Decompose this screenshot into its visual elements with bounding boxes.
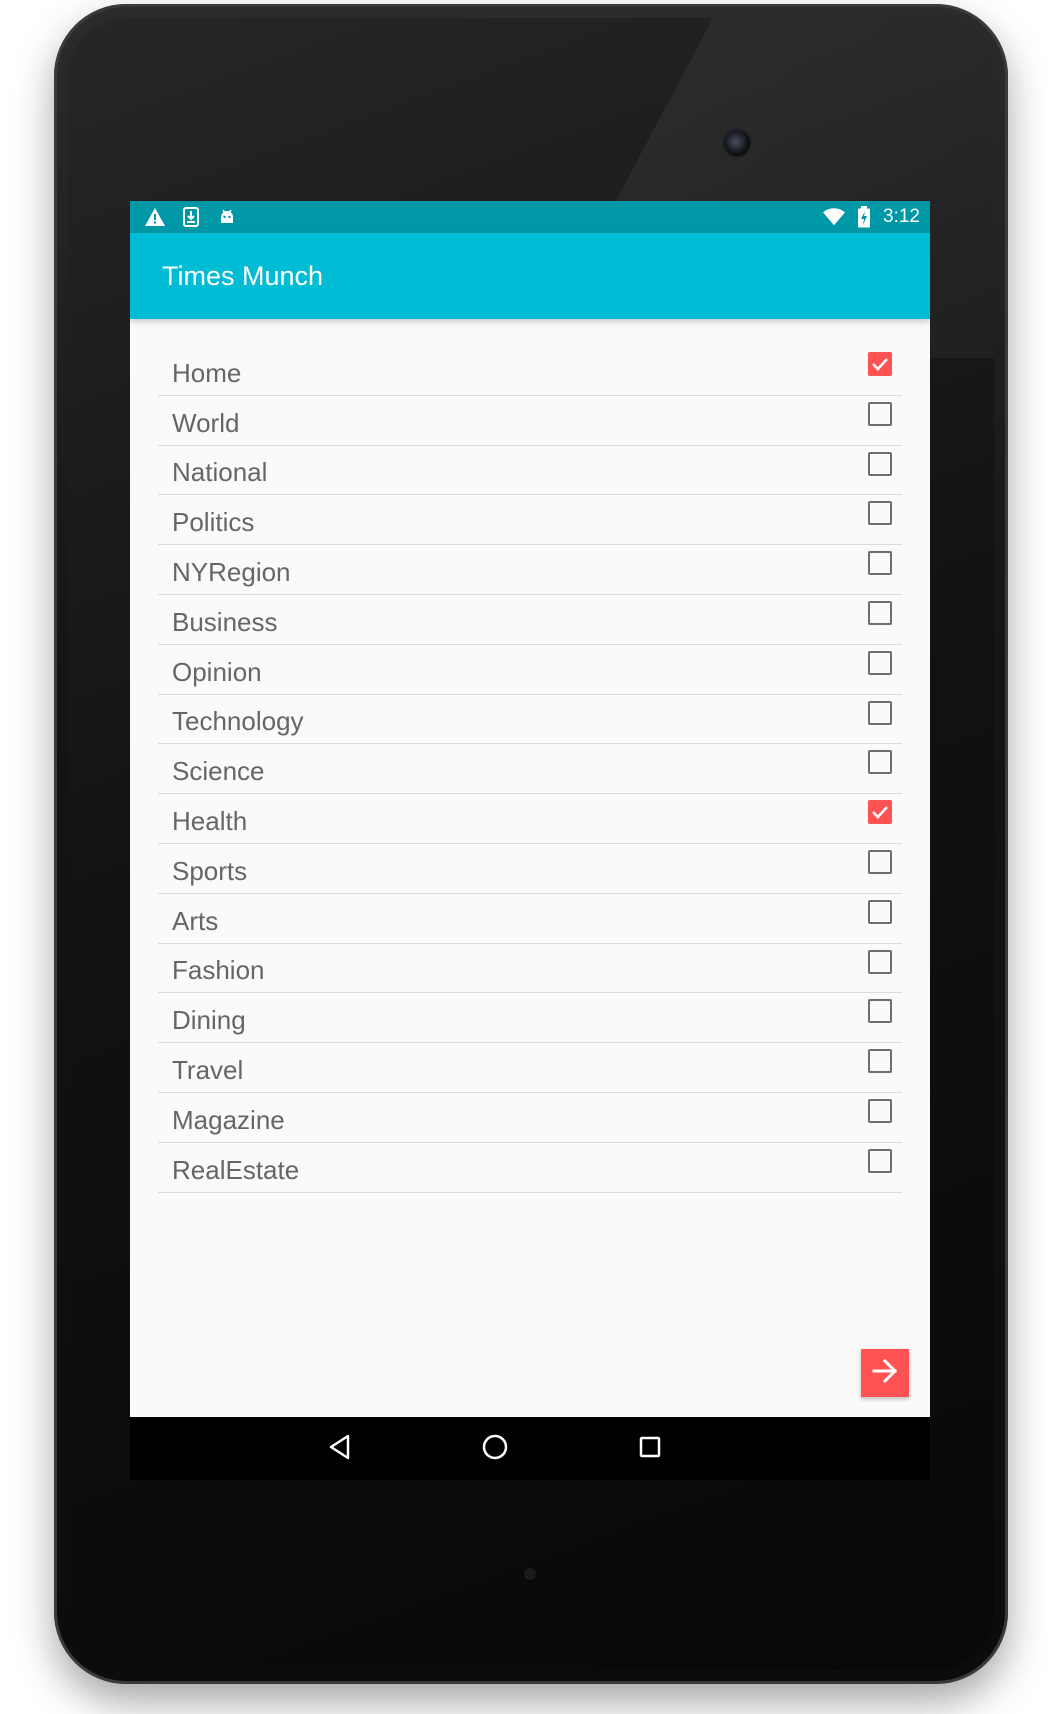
section-row[interactable]: National (158, 446, 902, 496)
section-row[interactable]: Magazine (158, 1093, 902, 1143)
download-icon (180, 206, 202, 228)
section-row[interactable]: Opinion (158, 645, 902, 695)
section-row[interactable]: Technology (158, 695, 902, 745)
checkbox-unchecked[interactable] (868, 999, 892, 1024)
arrow-right-icon (870, 1356, 900, 1390)
checkbox-unchecked[interactable] (868, 1148, 892, 1173)
back-button[interactable] (320, 1429, 360, 1469)
checkbox-unchecked[interactable] (868, 750, 892, 775)
section-label: World (172, 407, 240, 438)
home-button[interactable] (475, 1429, 515, 1469)
section-label: Business (172, 606, 278, 637)
checkbox-unchecked[interactable] (868, 700, 892, 725)
navigation-bar (130, 1417, 930, 1480)
checkbox-unchecked[interactable] (868, 600, 892, 625)
section-row[interactable]: Business (158, 595, 902, 645)
section-label: Fashion (172, 955, 265, 986)
checkbox-unchecked[interactable] (868, 650, 892, 675)
home-icon (481, 1433, 509, 1465)
section-row[interactable]: Politics (158, 495, 902, 546)
section-label: Travel (172, 1054, 244, 1085)
device-screen: 3:12 Times Munch Home World National Politi… (130, 201, 930, 1480)
warning-icon (144, 206, 166, 228)
section-label: Home (172, 357, 242, 388)
section-label: Opinion (172, 656, 262, 687)
section-row[interactable]: NYRegion (158, 545, 902, 595)
checkbox-unchecked[interactable] (868, 1049, 892, 1074)
android-debug-icon (216, 206, 238, 228)
section-label: Technology (172, 706, 304, 737)
section-row[interactable]: Science (158, 744, 902, 795)
checkbox-unchecked[interactable] (868, 949, 892, 974)
checkbox-unchecked[interactable] (868, 551, 892, 576)
status-time: 3:12 (883, 206, 920, 227)
light-sensor (524, 1568, 536, 1580)
check-icon (872, 358, 888, 371)
section-row[interactable]: Travel (158, 1043, 902, 1093)
app-toolbar: Times Munch (130, 233, 930, 319)
section-row[interactable]: Arts (158, 894, 902, 944)
recents-icon (638, 1435, 662, 1463)
section-label: NYRegion (172, 556, 291, 587)
section-list: Home World National Politics NYRegion Busines… (158, 346, 902, 1193)
checkbox-checked[interactable] (868, 352, 892, 376)
section-row[interactable]: Sports (158, 844, 902, 894)
back-icon (328, 1434, 352, 1464)
section-label: Health (172, 805, 248, 836)
front-camera (724, 130, 750, 156)
section-row[interactable]: Health (158, 794, 902, 844)
section-row[interactable]: Home (158, 346, 902, 396)
section-label: Dining (172, 1005, 246, 1036)
recents-button[interactable] (630, 1429, 670, 1469)
section-row[interactable]: Fashion (158, 944, 902, 994)
section-label: Sports (172, 855, 248, 886)
checkbox-unchecked[interactable] (868, 899, 892, 924)
section-label: National (172, 457, 268, 488)
section-row[interactable]: Dining (158, 993, 902, 1044)
section-label: Politics (172, 507, 255, 538)
section-label: Magazine (172, 1104, 285, 1135)
status-bar: 3:12 (130, 201, 930, 233)
section-label: Arts (172, 905, 219, 936)
status-notifications (144, 206, 238, 228)
app-title: Times Munch (162, 261, 324, 291)
wifi-icon (823, 206, 846, 228)
section-row[interactable]: World (158, 396, 902, 446)
checkbox-unchecked[interactable] (868, 501, 892, 526)
checkbox-unchecked[interactable] (868, 1098, 892, 1123)
status-system: 3:12 (823, 205, 920, 229)
section-label: RealEstate (172, 1154, 300, 1185)
checkbox-unchecked[interactable] (868, 451, 892, 476)
checkbox-unchecked[interactable] (868, 401, 892, 426)
section-label: Science (172, 756, 265, 787)
battery-charging-icon (853, 206, 875, 228)
section-row[interactable]: RealEstate (158, 1143, 902, 1193)
checkbox-unchecked[interactable] (868, 849, 892, 874)
check-icon (872, 806, 888, 819)
next-button[interactable] (861, 1349, 909, 1397)
checkbox-checked[interactable] (868, 800, 892, 825)
